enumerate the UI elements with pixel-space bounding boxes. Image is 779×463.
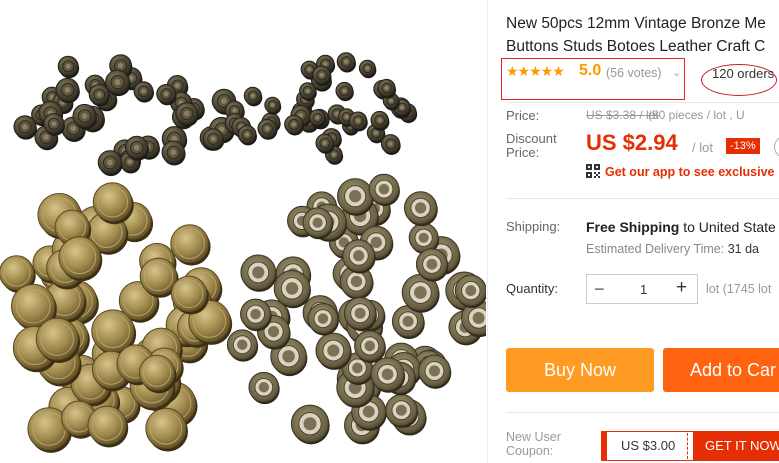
quantity-label: Quantity: [506,281,559,296]
discount-price-label-line2: Price: [506,145,540,160]
get-coupon-button[interactable]: GET IT NOW [693,431,779,461]
discount-price-label: Discount Price: [506,132,557,160]
buy-now-button[interactable]: Buy Now [506,348,654,392]
coupon-label-line2: Coupon: [506,444,554,458]
divider [506,102,779,103]
estimated-delivery-label: Estimated Delivery Time: [586,242,725,256]
rating-score: 5.0 [579,62,602,79]
quantity-increase-button[interactable]: + [676,277,687,299]
price-label: Price: [506,108,540,123]
info-circle-icon[interactable] [774,136,779,158]
discount-badge: -13% [726,138,760,154]
add-to-cart-button[interactable]: Add to Car [663,348,779,392]
available-quantity: lot (1745 lot [706,282,772,296]
app-promo-link[interactable]: Get our app to see exclusive [605,165,775,179]
divider [506,412,779,413]
coupon-label-line1: New User [506,430,561,444]
shipping-label: Shipping: [506,219,561,234]
estimated-delivery: Estimated Delivery Time: 31 da [586,242,759,256]
per-lot-unit: / lot [692,140,713,155]
discount-price: US $2.94 [586,130,678,155]
qr-code-icon [586,164,600,178]
quantity-input[interactable]: 1 [640,282,647,297]
chevron-down-icon[interactable]: ⌄ [672,66,681,79]
free-shipping-text: Free Shipping [586,219,680,235]
product-image-gallery[interactable] [0,0,486,463]
quantity-decrease-button[interactable]: − [594,279,605,300]
coupon-divider [687,433,688,459]
discount-price-label-line1: Discount [506,131,557,146]
product-photo [0,52,486,453]
divider [506,198,779,199]
product-info-panel: New 50pcs 12mm Vintage Bronze Me Buttons… [488,0,779,463]
coupon-label: New User Coupon: [506,430,576,458]
product-title[interactable]: New 50pcs 12mm Vintage Bronze Me Buttons… [506,12,779,58]
pieces-per-lot: (50 pieces / lot , U [648,108,745,122]
product-title-line1: New 50pcs 12mm Vintage Bronze Me [506,15,766,32]
votes-link[interactable]: (56 votes) [606,66,662,80]
orders-count: 120 orders [712,66,775,81]
shipping-info[interactable]: Free Shipping to United State [586,219,776,235]
star-rating-icon: ★★★★★ [506,63,565,79]
coupon-amount: US $3.00 [621,438,676,453]
shipping-destination: to United State [683,219,776,235]
estimated-delivery-value: 31 da [727,242,759,256]
product-title-line2: Buttons Studs Botoes Leather Craft C [506,38,766,55]
